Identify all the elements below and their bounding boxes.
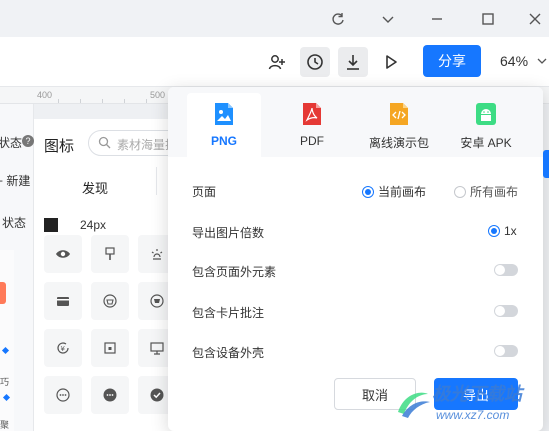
tab-android-apk[interactable]: 安卓 APK (449, 93, 523, 157)
ruler-tick (102, 99, 103, 103)
format-tab-bar: PNG PDF 离线演示包 安卓 APK (168, 87, 543, 157)
tab-divider (156, 167, 157, 195)
status-label-2: 状态 (2, 216, 27, 230)
zoom-level[interactable]: 64% (500, 53, 528, 69)
tab-offline-package[interactable]: 离线演示包 (362, 93, 436, 157)
yen-refresh-icon[interactable]: ¥ (44, 329, 82, 367)
basket-icon[interactable] (91, 282, 129, 320)
png-file-icon (213, 101, 235, 127)
ruler-tick (124, 99, 125, 103)
icon-library-panel: 图标 素材海量搜 发现 24px ¥ (34, 119, 208, 431)
radio-all-canvases-label: 所有画布 (470, 185, 519, 199)
card-icon[interactable] (44, 282, 82, 320)
minimize-icon[interactable] (426, 8, 448, 30)
radio-current-canvas-label: 当前画布 (378, 185, 427, 199)
icon-color-swatch[interactable] (44, 218, 58, 232)
eye-icon[interactable] (44, 235, 82, 273)
device-frame-label: 包含设备外壳 (192, 346, 265, 360)
tab-pdf[interactable]: PDF (275, 93, 349, 157)
canvas-node-icon (1, 346, 10, 355)
canvas-node-icon (2, 393, 11, 402)
right-panel-edge (543, 150, 549, 178)
icon-size-value[interactable]: 24px (80, 218, 106, 232)
radio-scale-1x[interactable]: 1x (488, 224, 517, 238)
device-frame-toggle[interactable] (494, 345, 518, 357)
outside-elements-label: 包含页面外元素 (192, 265, 277, 279)
close-icon[interactable] (524, 8, 546, 30)
radio-selected-indicator (488, 225, 500, 237)
tab-png[interactable]: PNG (187, 93, 261, 157)
radio-scale-label: 1x (504, 224, 517, 238)
svg-text:¥: ¥ (61, 345, 66, 353)
radio-unselected-indicator (454, 185, 466, 198)
canvas-preview-strip: 巧 聚程 (0, 250, 14, 431)
ruler-tick (80, 99, 81, 103)
search-icon (98, 136, 111, 154)
brush-icon[interactable] (91, 235, 129, 273)
pdf-file-icon (301, 101, 323, 127)
zoom-chevron-icon[interactable] (537, 53, 547, 71)
outside-elements-toggle[interactable] (494, 264, 518, 276)
tab-android-label: 安卓 APK (460, 136, 512, 150)
add-user-icon[interactable] (262, 47, 292, 77)
android-icon (475, 101, 497, 127)
share-button[interactable]: 分享 (423, 45, 481, 77)
watermark-logo-icon (398, 392, 430, 418)
ruler-tick (146, 99, 147, 103)
tab-png-label: PNG (210, 134, 237, 148)
page-option-label: 页面 (192, 185, 217, 199)
tab-offline-label: 离线演示包 (368, 136, 429, 150)
window-titlebar (0, 0, 549, 37)
chat-icon[interactable] (44, 376, 82, 414)
top-toolbar: 分享 64% (0, 37, 549, 87)
canvas-text: 巧 (0, 377, 10, 387)
help-icon[interactable]: ? (22, 135, 34, 147)
site-watermark: 极光下载站 www.xz7.com (392, 380, 549, 431)
canvas-thumb-marker (0, 282, 6, 304)
tab-pdf-label: PDF (300, 134, 324, 148)
play-icon[interactable] (376, 47, 406, 77)
canvas-text: 聚程 (0, 420, 10, 430)
watermark-url: www.xz7.com (436, 408, 510, 422)
card-notes-toggle[interactable] (494, 305, 518, 317)
download-icon[interactable] (338, 47, 368, 77)
refresh-icon[interactable] (327, 8, 349, 30)
panel-title: 图标 (44, 138, 75, 155)
calendar-icon[interactable] (91, 329, 129, 367)
card-notes-label: 包含卡片批注 (192, 306, 265, 320)
radio-selected-indicator (362, 185, 374, 198)
chat-filled-icon[interactable] (91, 376, 129, 414)
ruler-label: 400 (37, 90, 53, 100)
chevron-down-icon[interactable] (377, 8, 399, 30)
status-label: 状态 (0, 136, 23, 150)
maximize-icon[interactable] (477, 8, 499, 30)
tab-discover[interactable]: 发现 (82, 178, 108, 197)
code-file-icon (388, 101, 410, 127)
radio-all-canvases[interactable]: 所有画布 (454, 183, 518, 200)
radio-current-canvas[interactable]: 当前画布 (362, 183, 426, 200)
scale-option-label: 导出图片倍数 (192, 226, 265, 240)
watermark-title: 极光下载站 (432, 384, 522, 404)
ruler-tick (58, 99, 59, 103)
history-icon[interactable] (300, 47, 330, 77)
new-button[interactable]: + 新建 (0, 172, 30, 189)
ruler-label: 500 (150, 90, 166, 100)
